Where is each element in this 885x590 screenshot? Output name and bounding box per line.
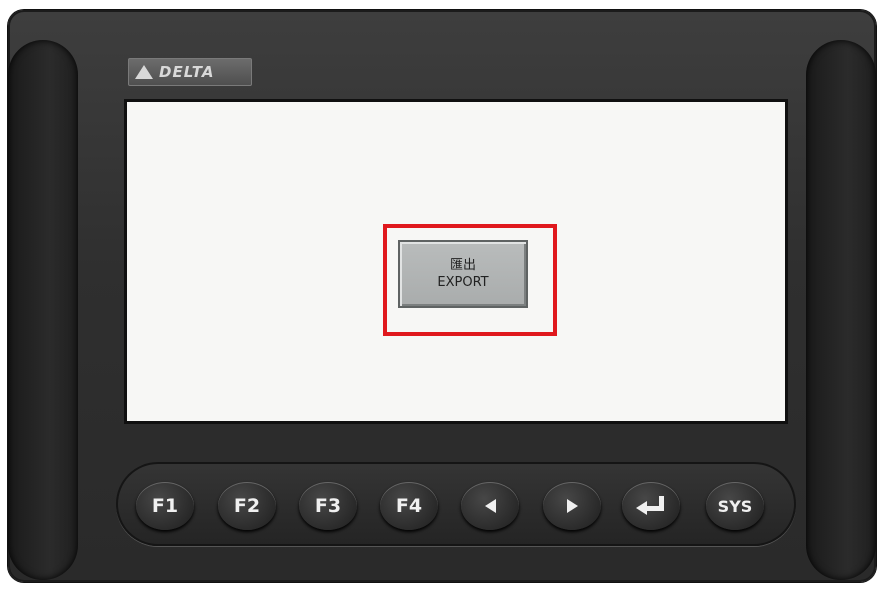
f1-key[interactable]: F1 (136, 482, 194, 530)
enter-icon (636, 496, 666, 516)
enter-key[interactable] (622, 482, 680, 530)
f3-key[interactable]: F3 (299, 482, 357, 530)
export-label-en: EXPORT (437, 275, 489, 290)
delta-logo-icon (135, 65, 153, 79)
f2-key-label: F2 (233, 495, 261, 517)
export-label-cn: 匯出 (449, 258, 476, 273)
brand-logo: DELTA (128, 58, 252, 86)
sys-key[interactable]: SYS (706, 482, 764, 530)
arrow-left-icon (484, 499, 496, 513)
sys-key-label: SYS (717, 496, 753, 516)
arrow-right-icon (566, 499, 578, 513)
f4-key[interactable]: F4 (380, 482, 438, 530)
right-arrow-key[interactable] (543, 482, 601, 530)
right-grip (806, 40, 876, 580)
f1-key-label: F1 (151, 495, 179, 517)
f3-key-label: F3 (314, 495, 342, 517)
f2-key[interactable]: F2 (218, 482, 276, 530)
left-arrow-key[interactable] (461, 482, 519, 530)
brand-name: DELTA (159, 63, 215, 81)
left-grip (8, 40, 78, 580)
f4-key-label: F4 (395, 495, 423, 517)
export-button[interactable]: 匯出 EXPORT (398, 240, 528, 308)
